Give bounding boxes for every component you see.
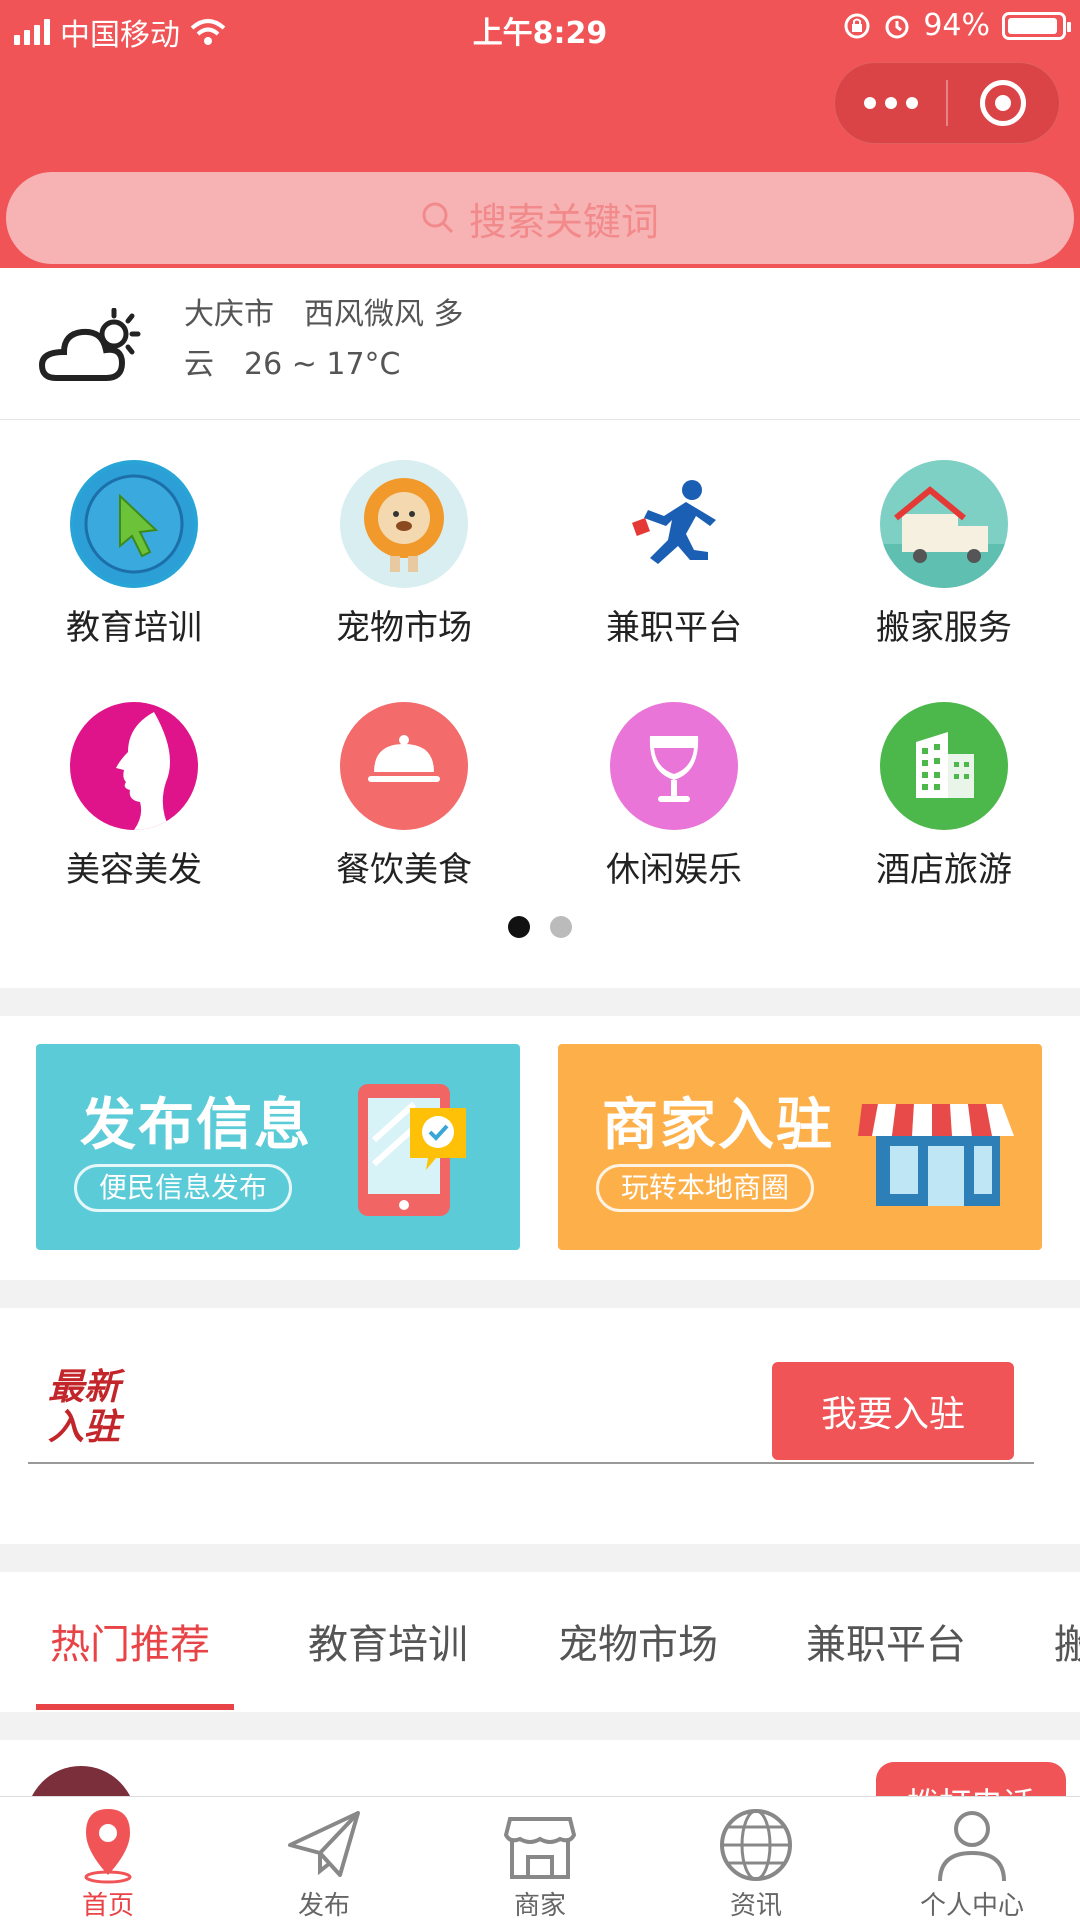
category-item-hotel[interactable]: 酒店旅游 [844, 702, 1044, 891]
weather-line-1: 大庆市 西风微风 多 [184, 297, 464, 332]
tab-moving[interactable]: 搬 [1054, 1612, 1080, 1670]
woman-face-icon [70, 702, 198, 830]
category-label: 兼职平台 [606, 608, 742, 648]
nav-news[interactable]: 资讯 [648, 1797, 864, 1920]
nav-label: 商家 [513, 1891, 566, 1920]
moving-truck-icon [880, 460, 1008, 588]
banner-title: 商家入驻 [602, 1093, 834, 1158]
call-button[interactable]: 拨打电话 [876, 1762, 1066, 1796]
person-icon [938, 1811, 1006, 1882]
location-pin-icon [84, 1809, 132, 1884]
building-icon [880, 702, 1008, 830]
category-label: 美容美发 [66, 850, 202, 890]
nav-merchants[interactable]: 商家 [432, 1797, 648, 1920]
category-label: 宠物市场 [336, 608, 472, 648]
nav-label: 首页 [81, 1891, 134, 1920]
newest-logo-line-1: 最新 [48, 1367, 121, 1408]
mini-program-capsule [834, 62, 1060, 144]
page: 中国移动 上午8:29 94% 搜索关键词 大庆市 西风微风 多 云 26 ~ … [0, 0, 1080, 1920]
tab-pets[interactable]: 宠物市场 [558, 1612, 718, 1670]
alarm-icon [885, 15, 909, 38]
header: 中国移动 上午8:29 94% 搜索关键词 [0, 0, 1080, 268]
listing-card: 拨打电话 [0, 1740, 1080, 1796]
bottom-nav: 首页 发布 商家 资讯 个人中心 [0, 1796, 1080, 1920]
category-item-food[interactable]: 餐饮美食 [304, 702, 504, 891]
category-item-pets[interactable]: 宠物市场 [304, 460, 504, 649]
category-grid: 教育培训 宠物市场 兼职平台 搬家服务 美容美发 餐饮美食 休闲娱乐 酒店旅游 [0, 420, 1080, 988]
cursor-arrow-icon [70, 460, 198, 588]
category-item-education[interactable]: 教育培训 [34, 460, 234, 649]
storefront-icon [858, 1104, 1014, 1206]
target-circle-icon [980, 80, 1027, 126]
join-button[interactable]: 我要入驻 [772, 1362, 1014, 1460]
close-button[interactable] [948, 62, 1059, 144]
shop-icon [503, 1817, 577, 1879]
category-label: 搬家服务 [876, 608, 1012, 648]
category-item-moving[interactable]: 搬家服务 [844, 460, 1044, 649]
battery-percent: 94% [923, 8, 990, 43]
nav-home[interactable]: 首页 [0, 1797, 216, 1920]
banner-title: 发布信息 [80, 1093, 312, 1158]
page-dot-active[interactable] [508, 916, 530, 938]
nav-label: 发布 [297, 1891, 350, 1920]
globe-icon [720, 1809, 792, 1881]
wine-glass-icon [610, 702, 738, 830]
page-dot[interactable] [550, 916, 572, 938]
paper-plane-icon [288, 1811, 360, 1877]
food-cloche-icon [340, 702, 468, 830]
category-tabs: 热门推荐 教育培训 宠物市场 兼职平台 搬 [0, 1572, 1080, 1712]
nav-label: 资讯 [729, 1891, 782, 1920]
search-icon [422, 202, 454, 234]
active-tab-indicator [36, 1704, 234, 1710]
category-label: 休闲娱乐 [606, 850, 742, 890]
section-divider [28, 1462, 1034, 1464]
avatar[interactable] [26, 1766, 136, 1796]
nav-publish[interactable]: 发布 [216, 1797, 432, 1920]
tab-education[interactable]: 教育培训 [308, 1612, 468, 1670]
lion-icon [340, 460, 468, 588]
nav-profile[interactable]: 个人中心 [864, 1797, 1080, 1920]
more-dots-icon [863, 97, 918, 109]
status-bar: 中国移动 上午8:29 94% [0, 0, 1080, 56]
banner-subtitle: 便民信息发布 [74, 1164, 293, 1212]
weather-line-2: 云 26 ~ 17°C [184, 347, 401, 382]
publish-info-banner[interactable]: 发布信息 便民信息发布 [36, 1044, 520, 1250]
cloud-sun-icon [38, 308, 141, 381]
tab-part-time[interactable]: 兼职平台 [806, 1612, 966, 1670]
newest-joined-section: 最新 入驻 我要入驻 [0, 1308, 1080, 1544]
tab-hot[interactable]: 热门推荐 [50, 1612, 210, 1670]
nav-label: 个人中心 [919, 1891, 1024, 1920]
weather-panel: 大庆市 西风微风 多 云 26 ~ 17°C [0, 268, 1080, 420]
phone-check-icon [358, 1084, 466, 1216]
category-item-beauty[interactable]: 美容美发 [34, 702, 234, 891]
search-input[interactable]: 搜索关键词 [6, 172, 1074, 264]
category-label: 酒店旅游 [876, 850, 1012, 890]
category-label: 教育培训 [66, 608, 202, 648]
category-label: 餐饮美食 [336, 850, 472, 890]
search-placeholder: 搜索关键词 [468, 199, 659, 244]
action-banners: 发布信息 便民信息发布 商家入驻 玩转本地商圈 [0, 1016, 1080, 1280]
page-indicator [0, 916, 1080, 938]
newest-logo-line-2: 入驻 [48, 1407, 121, 1448]
merchant-join-banner[interactable]: 商家入驻 玩转本地商圈 [558, 1044, 1042, 1250]
newest-logo: 最新 入驻 [48, 1368, 120, 1448]
category-item-part-time[interactable]: 兼职平台 [574, 460, 774, 649]
running-man-icon [610, 460, 738, 588]
banner-subtitle: 玩转本地商圈 [596, 1164, 815, 1212]
rotation-lock-icon [844, 13, 870, 38]
more-button[interactable] [835, 62, 946, 144]
battery-icon [1002, 11, 1071, 40]
category-item-leisure[interactable]: 休闲娱乐 [574, 702, 774, 891]
